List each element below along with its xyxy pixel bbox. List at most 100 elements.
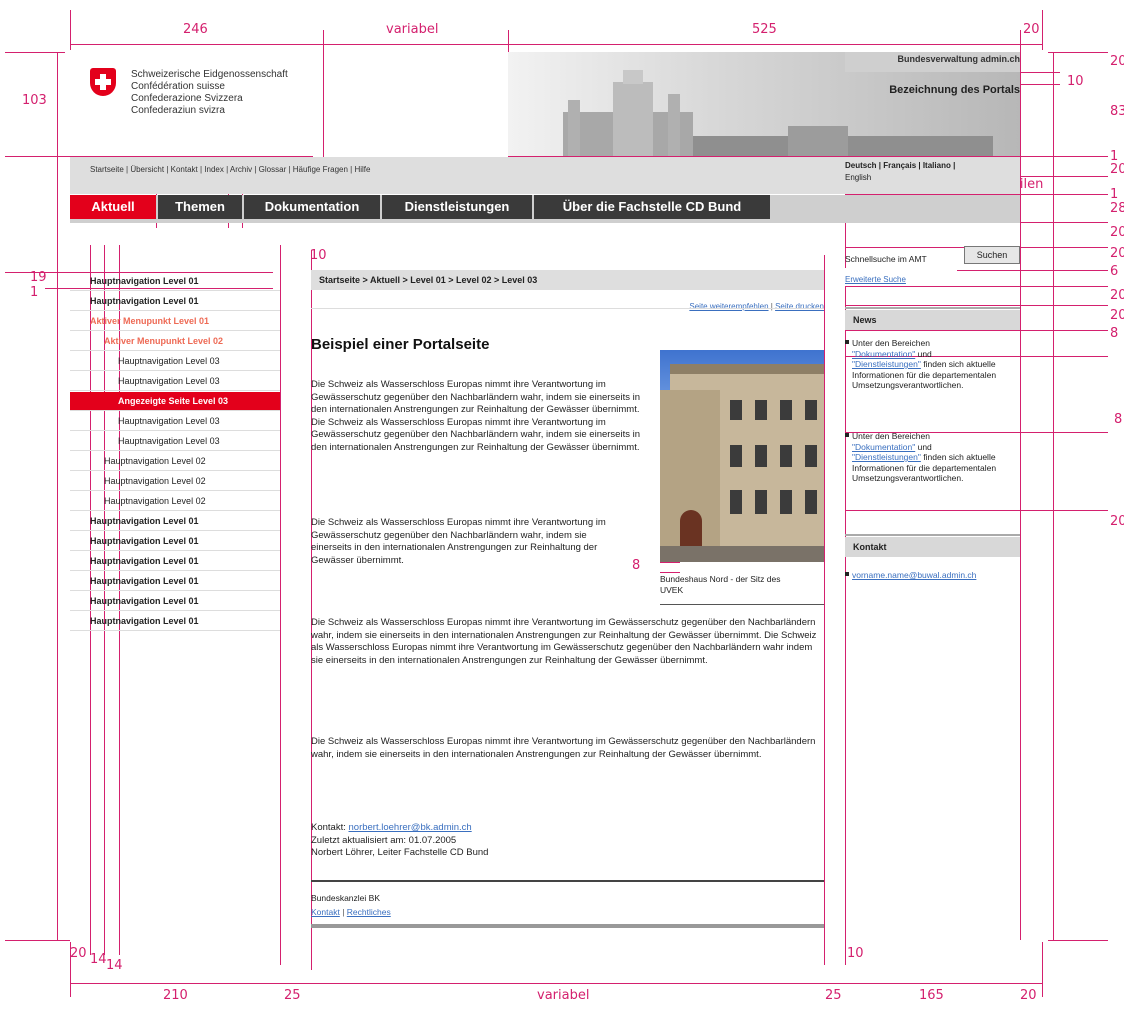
swiss-cross-icon xyxy=(90,68,116,96)
bullet-icon xyxy=(845,340,849,344)
divider xyxy=(311,308,824,309)
nav-item-level-01[interactable]: Hauptnavigation Level 01 xyxy=(70,552,280,571)
search-button[interactable]: Suchen xyxy=(964,246,1020,264)
nav-item-active-level-02[interactable]: Aktiver Menupunkt Level 02 xyxy=(70,332,280,351)
site-name[interactable]: Bundesverwaltung admin.ch xyxy=(845,54,1020,64)
nav-item-level-01[interactable]: Hauptnavigation Level 01 xyxy=(70,612,280,631)
dim-label: 210 xyxy=(163,988,188,1003)
dim-label: 19 xyxy=(30,270,47,285)
updated-date: Zuletzt aktualisiert am: 01.07.2005 xyxy=(311,834,457,846)
divider xyxy=(660,604,824,605)
news-link-dokumentation[interactable]: "Dokumentation" xyxy=(852,349,915,359)
dim-label: 1 xyxy=(30,285,39,300)
dim-label: 20 xyxy=(1110,225,1124,240)
divider xyxy=(845,534,1020,536)
dim-label: 20 xyxy=(1110,54,1124,69)
dim-label: 20 xyxy=(1110,514,1124,529)
nav-item-level-01[interactable]: Hauptnavigation Level 01 xyxy=(70,272,280,291)
contact-line: Kontakt: norbert.loehrer@bk.admin.ch xyxy=(311,822,824,835)
dim-label: 25 xyxy=(284,988,301,1003)
news-text: Unter den Bereichen xyxy=(852,338,930,348)
dim-label: 20 xyxy=(1110,162,1124,177)
building-photo xyxy=(660,350,824,562)
news-text: und xyxy=(917,348,932,359)
nav-item-level-02[interactable]: Hauptnavigation Level 02 xyxy=(70,472,280,491)
dim-label: variabel xyxy=(386,22,439,37)
portal-title: Bezeichnung des Portals xyxy=(889,84,1020,96)
nav-item-level-01[interactable]: Hauptnavigation Level 01 xyxy=(70,532,280,551)
dim-label: 20 xyxy=(1110,246,1124,261)
dim-label: 10 xyxy=(1067,74,1084,89)
tab-ueber-fachstelle[interactable]: Über die Fachstelle CD Bund xyxy=(534,195,770,219)
main-nav: Aktuell Themen Dokumentation Dienstleist… xyxy=(70,195,1020,223)
dim-label: 20 xyxy=(1110,308,1124,323)
nav-item-current-page[interactable]: Angezeigte Seite Level 03 xyxy=(70,392,280,411)
dim-label: 10 xyxy=(310,248,327,263)
dim-label: 20 xyxy=(1110,288,1124,303)
nav-item-level-01[interactable]: Hauptnavigation Level 01 xyxy=(70,292,280,311)
dim-label: 165 xyxy=(919,988,944,1003)
nav-item-level-02[interactable]: Hauptnavigation Level 02 xyxy=(70,452,280,471)
language-line[interactable]: English xyxy=(845,173,955,182)
page-tools: Seite weiterempfehlen | Seite drucken xyxy=(560,302,824,311)
dim-label: 14 xyxy=(106,958,123,973)
logo-line: Schweizerische Eidgenossenschaft xyxy=(131,69,288,80)
dim-label: 28 xyxy=(1110,201,1124,216)
paragraph: Die Schweiz als Wasserschloss Europas ni… xyxy=(311,379,640,453)
news-box-title: News xyxy=(845,310,1020,330)
dim-label: variabel xyxy=(537,988,590,1003)
recommend-link[interactable]: Seite weiterempfehlen xyxy=(689,302,768,311)
tab-aktuell[interactable]: Aktuell xyxy=(70,195,156,219)
breadcrumb[interactable]: Startseite > Aktuell > Level 01 > Level … xyxy=(311,270,824,290)
paragraph: Die Schweiz als Wasserschloss Europas ni… xyxy=(311,736,816,760)
language-line[interactable]: Deutsch | Français | Italiano | xyxy=(845,161,955,170)
contact-email-link[interactable]: norbert.loehrer@bk.admin.ch xyxy=(349,822,472,833)
logo-line: Confédération suisse xyxy=(131,81,225,92)
nav-item-level-01[interactable]: Hauptnavigation Level 01 xyxy=(70,512,280,531)
news-text: und xyxy=(917,441,932,452)
dim-label: 8 xyxy=(632,558,641,573)
tab-themen[interactable]: Themen xyxy=(158,195,242,219)
tab-dienstleistungen[interactable]: Dienstleistungen xyxy=(382,195,532,219)
language-switcher[interactable]: Deutsch | Français | Italiano | English xyxy=(845,161,955,182)
footer-bar xyxy=(311,924,824,928)
dim-label: 8 xyxy=(1110,326,1119,341)
dim-label: 20 xyxy=(1020,988,1037,1003)
news-text: Unter den Bereichen xyxy=(852,431,930,441)
nav-item-level-03[interactable]: Hauptnavigation Level 03 xyxy=(70,432,280,451)
logo-wordmark: Schweizerische Eidgenossenschaft Confédé… xyxy=(131,69,288,117)
footer-separator: | xyxy=(342,907,345,917)
contact-email-link[interactable]: vorname.name@buwal.admin.ch xyxy=(845,570,976,580)
news-link-dienstleistungen[interactable]: "Dienstleistungen" xyxy=(852,359,921,369)
nav-item-level-02[interactable]: Hauptnavigation Level 02 xyxy=(70,492,280,511)
nav-item-level-03[interactable]: Hauptnavigation Level 03 xyxy=(70,412,280,431)
swiss-crest-logo[interactable] xyxy=(90,68,116,96)
dim-label: 246 xyxy=(183,22,208,37)
footer-contact-link[interactable]: Kontakt xyxy=(311,907,340,917)
nav-item-level-03[interactable]: Hauptnavigation Level 03 xyxy=(70,372,280,391)
nav-item-active-level-01[interactable]: Aktiver Menupunkt Level 01 xyxy=(70,312,280,331)
contact-box-title: Kontakt xyxy=(845,537,1020,557)
tab-dokumentation[interactable]: Dokumentation xyxy=(244,195,380,219)
contact-item: vorname.name@buwal.admin.ch xyxy=(845,570,1020,581)
advanced-search-link[interactable]: Erweiterte Suche xyxy=(845,275,906,284)
quick-search-label: Schnellsuche im AMT xyxy=(845,254,927,264)
nav-item-level-01[interactable]: Hauptnavigation Level 01 xyxy=(70,592,280,611)
dim-label: 14 xyxy=(90,952,107,967)
nav-item-level-01[interactable]: Hauptnavigation Level 01 xyxy=(70,572,280,591)
divider xyxy=(311,880,824,882)
footer-legal-link[interactable]: Rechtliches xyxy=(347,907,391,917)
dim-label: 83 xyxy=(1110,104,1124,119)
contact-label: Kontakt: xyxy=(311,822,346,833)
news-link-dienstleistungen[interactable]: "Dienstleistungen" xyxy=(852,452,921,462)
news-item: Unter den Bereichen "Dokumentation" und … xyxy=(845,431,1010,484)
dim-label: 10 xyxy=(847,946,864,961)
service-nav[interactable]: Startseite | Übersicht | Kontakt | Index… xyxy=(90,165,370,174)
dim-label: 25 xyxy=(825,988,842,1003)
news-link-dokumentation[interactable]: "Dokumentation" xyxy=(852,442,915,452)
nav-item-level-03[interactable]: Hauptnavigation Level 03 xyxy=(70,352,280,371)
divider xyxy=(845,307,1020,309)
footer-org: Bundeskanzlei BK xyxy=(311,893,380,903)
author: Norbert Löhrer, Leiter Fachstelle CD Bun… xyxy=(311,847,489,858)
print-link[interactable]: Seite drucken xyxy=(775,302,824,311)
